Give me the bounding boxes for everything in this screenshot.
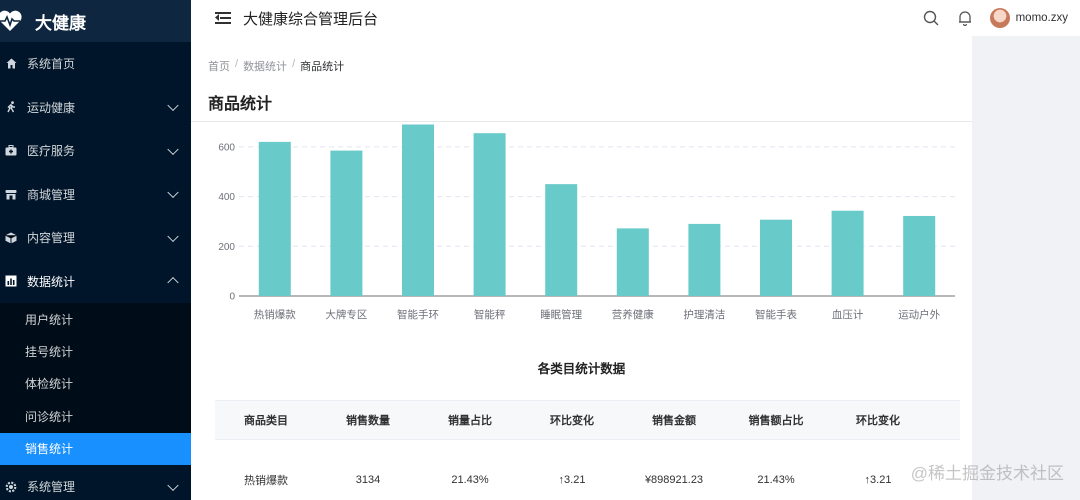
heart-pulse-icon	[0, 8, 23, 34]
bar-1[interactable]	[330, 150, 363, 296]
avatar[interactable]	[989, 8, 1010, 28]
table-header-cell: 商品类目	[244, 415, 288, 427]
chevron-down-icon	[167, 99, 179, 112]
x-tick-label: 护理清洁	[683, 308, 725, 321]
bar-8[interactable]	[831, 210, 864, 296]
table-cell: ↑3.21	[558, 474, 586, 486]
breadcrumb: 首页 / 数据统计 / 商品统计	[208, 58, 344, 74]
y-tick-label: 400	[218, 192, 235, 203]
chevron-down-icon	[167, 143, 179, 155]
submenu-data-stats: 用户统计 挂号统计 体检统计 问诊统计 销售统计	[0, 303, 191, 465]
sidebar-item-label: 系统管理	[27, 480, 76, 495]
bar-4[interactable]	[545, 184, 578, 296]
table-cell: 热销爆款	[244, 475, 288, 487]
x-tick-label: 智能秤	[474, 308, 506, 321]
table-title: 各类目统计数据	[537, 362, 626, 376]
breadcrumb-separator: /	[292, 58, 296, 70]
username[interactable]: momo.zxy	[1016, 12, 1068, 24]
table-cell: 3134	[355, 474, 381, 486]
x-tick-label: 运动户外	[898, 308, 940, 321]
chevron-down-icon	[167, 230, 179, 242]
bar-9[interactable]	[903, 215, 936, 296]
top-header: 大健康综合管理后台 momo.zxy	[191, 0, 1080, 36]
breadcrumb-home[interactable]: 首页	[208, 58, 230, 74]
sidebar: 大健康 系统首页运动健康医疗服务商城管理内容管理数据统计用户统计 挂号统计 体检统计…	[0, 0, 191, 500]
sales-bar-chart: 0 200 400 600 热销爆款 大牌专区 智能手环 智能秤 睡眠管理 营养健康 护理清洁 智能手…	[218, 124, 955, 321]
category-stats-table: 商品类目 销售数量 销量占比 环比变化 销售金额 销售额占比 环比变化 热销爆款 3134 21…	[215, 400, 960, 500]
bar-7[interactable]	[760, 219, 792, 296]
table-cell: ¥898921.23	[644, 474, 704, 486]
sidebar-item-label: 内容管理	[27, 231, 76, 246]
chevron-down-icon	[167, 479, 179, 491]
gear-icon	[4, 480, 18, 494]
table-header-cell: 环比变化	[550, 415, 594, 427]
home-icon	[4, 57, 18, 71]
menu-fold-icon[interactable]	[215, 11, 231, 25]
run-icon	[4, 100, 18, 114]
bar-2[interactable]	[402, 124, 434, 296]
main-content: 首页 / 数据统计 / 商品统计 商品统计 0 200 400 600 热销爆款 大牌专区…	[191, 36, 972, 500]
table-row[interactable]: 热销爆款 3134 21.43% ↑3.21 ¥898921.23 21.43% ↑3.21	[215, 440, 960, 500]
table-header-cell: 销售额占比	[748, 415, 804, 427]
submenu-item-1[interactable]: 挂号统计	[0, 335, 191, 367]
page-title: 商品统计	[208, 96, 273, 113]
table-header-cell: 销售数量	[346, 415, 390, 427]
y-tick-label: 200	[218, 242, 235, 253]
watermark: @稀土掘金技术社区	[910, 464, 1064, 483]
bar-3[interactable]	[473, 133, 506, 296]
bar-6[interactable]	[688, 223, 721, 296]
sidebar-item-items-2[interactable]: 医疗服务	[0, 129, 191, 173]
y-tick-label: 0	[229, 292, 235, 303]
breadcrumb-stats[interactable]: 数据统计	[243, 58, 287, 74]
breadcrumb-separator: /	[235, 58, 239, 70]
chevron-down-icon	[167, 186, 179, 199]
sidebar-item-items-5[interactable]: 数据统计	[0, 260, 191, 304]
app-name: 大健康	[35, 13, 86, 33]
x-tick-label: 血压计	[832, 308, 864, 321]
table-body: 热销爆款 3134 21.43% ↑3.21 ¥898921.23 21.43% ↑3.21	[215, 440, 960, 500]
sidebar-item-items-4[interactable]: 内容管理	[0, 216, 191, 260]
logo-bar: 大健康	[0, 0, 191, 42]
x-tick-label: 热销爆款	[254, 308, 296, 321]
sidebar-item-label: 系统首页	[27, 57, 76, 72]
table-cell: 21.43%	[757, 474, 795, 486]
chart-icon	[4, 274, 18, 288]
sidebar-item-label: 医疗服务	[27, 144, 76, 159]
search-icon[interactable]	[922, 9, 940, 27]
sidebar-item-label: 运动健康	[27, 100, 76, 115]
box-icon	[4, 231, 18, 245]
chevron-up-icon	[167, 277, 179, 289]
header-actions: momo.zxy	[922, 0, 1068, 36]
table-header-cell: 销量占比	[448, 415, 492, 427]
sidebar-menu: 系统首页运动健康医疗服务商城管理内容管理数据统计用户统计 挂号统计 体检统计 问诊统计…	[0, 42, 191, 500]
x-tick-label: 营养健康	[612, 308, 654, 321]
shop-icon	[4, 187, 18, 201]
medical-icon	[4, 144, 18, 158]
submenu-item-0[interactable]: 用户统计	[0, 303, 191, 335]
sidebar-item-label: 商城管理	[27, 187, 76, 202]
table-header-cell: 销售金额	[652, 415, 696, 427]
header-title: 大健康综合管理后台	[243, 10, 379, 28]
submenu-item-4[interactable]: 销售统计	[0, 432, 191, 465]
table-cell: 21.43%	[451, 474, 489, 486]
x-tick-label: 智能手表	[755, 308, 797, 321]
table-header: 商品类目 销售数量 销量占比 环比变化 销售金额 销售额占比 环比变化	[215, 400, 960, 440]
bell-icon[interactable]	[956, 9, 974, 27]
submenu-item-3[interactable]: 问诊统计	[0, 400, 191, 432]
breadcrumb-current: 商品统计	[300, 61, 345, 73]
sidebar-item-after-0[interactable]: 系统管理	[0, 465, 191, 500]
y-tick-label: 600	[218, 142, 235, 153]
sidebar-item-items-1[interactable]: 运动健康	[0, 86, 191, 130]
sidebar-item-label: 数据统计	[27, 274, 76, 289]
sidebar-item-items-3[interactable]: 商城管理	[0, 173, 191, 217]
x-tick-label: 大牌专区	[325, 308, 367, 321]
x-tick-label: 睡眠管理	[540, 308, 582, 321]
submenu-item-2[interactable]: 体检统计	[0, 368, 191, 400]
table-header-cell: 环比变化	[856, 415, 900, 427]
bar-0[interactable]	[258, 141, 291, 296]
x-tick-label: 智能手环	[397, 308, 439, 321]
sidebar-item-items-0[interactable]: 系统首页	[0, 42, 191, 86]
bar-5[interactable]	[616, 228, 649, 296]
